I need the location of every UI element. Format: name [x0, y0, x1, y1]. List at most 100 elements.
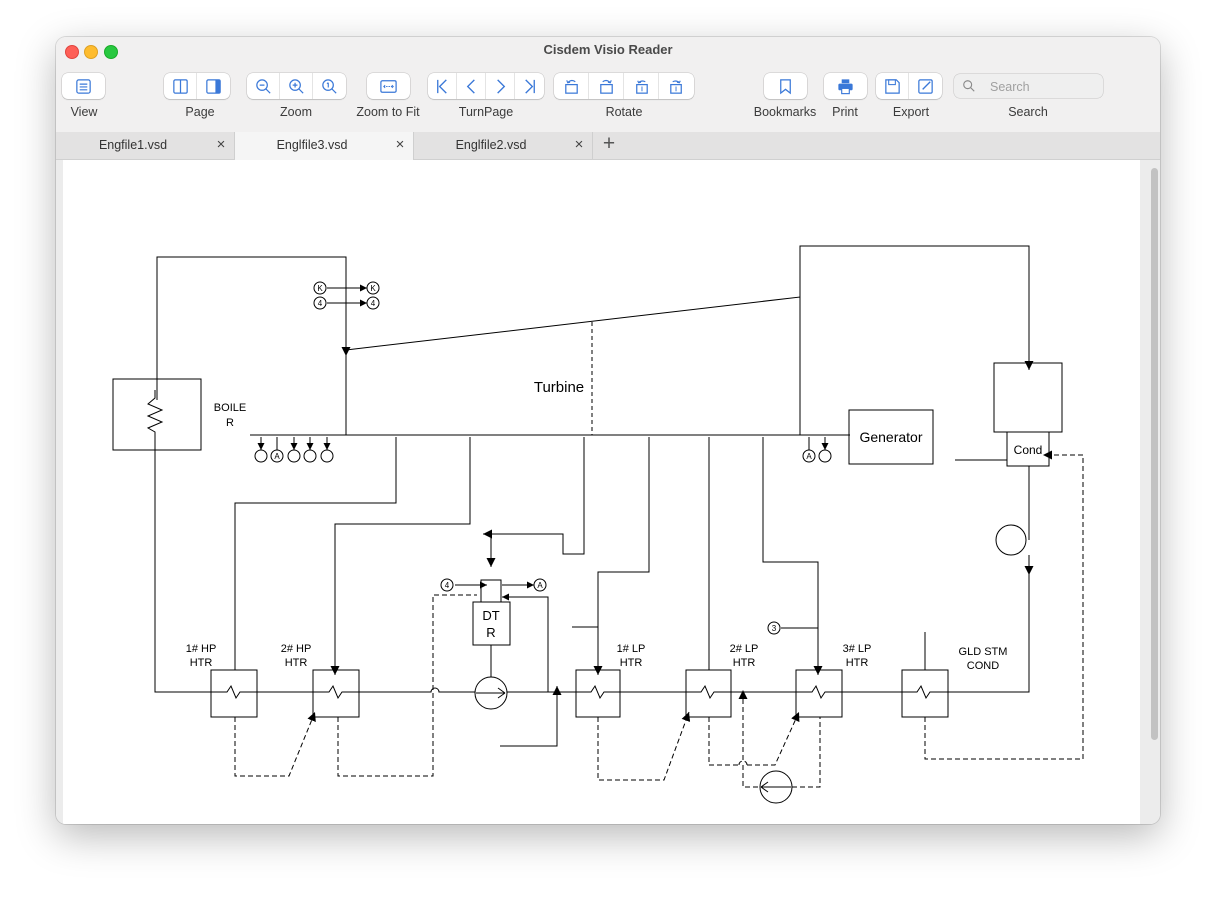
- first-page-button[interactable]: [428, 73, 457, 99]
- marker-circle: [818, 449, 832, 463]
- heater-1lp-label: 1# LP: [617, 643, 646, 655]
- rotate-right-button[interactable]: [589, 73, 624, 99]
- fit-width-icon: [380, 79, 397, 93]
- app-window: Cisdem Visio Reader View Page Zoom Zoom …: [56, 37, 1160, 824]
- document-canvas: K K 4 4 A A 4 A 3 Turbine BOILE R Genera…: [56, 160, 1160, 824]
- condensate-pump: [995, 524, 1027, 556]
- boiler-label-line1: BOILE: [214, 402, 246, 414]
- rotate-group: [554, 73, 694, 99]
- tab-englfile2[interactable]: Englfile2.vsd ×: [414, 132, 593, 159]
- condenser-shell: [993, 362, 1063, 433]
- actual-size-button[interactable]: [313, 73, 346, 99]
- bookmarks-label: Bookmarks: [753, 105, 817, 119]
- save-icon: [884, 78, 900, 94]
- heater-1hp-label: HTR: [190, 657, 213, 669]
- first-page-icon: [436, 78, 447, 94]
- single-page-icon: [172, 78, 188, 94]
- process-diagram: K K 4 4 A A 4 A 3 Turbine BOILE R Genera…: [112, 245, 1084, 804]
- marker-circle: [320, 449, 334, 463]
- zoom-out-button[interactable]: [247, 73, 280, 99]
- zoom-group: [247, 73, 346, 99]
- bookmark-icon: [780, 78, 791, 94]
- heater-2lp: [685, 669, 732, 718]
- gld-stm-cond-label: GLD STM: [959, 646, 1008, 658]
- turbine-label: Turbine: [534, 379, 584, 396]
- heater-3lp-label: HTR: [846, 657, 869, 669]
- next-page-button[interactable]: [486, 73, 515, 99]
- zoom-in-icon: [288, 78, 304, 94]
- heater-2hp-label: HTR: [285, 657, 308, 669]
- search-icon: [963, 80, 975, 92]
- rotate-page-left-button[interactable]: [624, 73, 659, 99]
- page-label: Page: [185, 105, 215, 119]
- export-button[interactable]: [909, 73, 942, 99]
- marker-text: A: [537, 581, 543, 590]
- deaerator-label-line1: DT: [482, 608, 499, 623]
- list-icon: [76, 78, 91, 94]
- rotate-label: Rotate: [605, 105, 643, 119]
- marker-text: 3: [772, 624, 777, 633]
- heater-gld: [901, 669, 949, 718]
- vertical-scrollbar[interactable]: [1151, 168, 1158, 740]
- view-label: View: [70, 105, 98, 119]
- heater-1lp: [575, 669, 621, 718]
- close-tab-icon[interactable]: ×: [572, 137, 586, 153]
- zoom-to-fit-group: [367, 73, 410, 99]
- heater-1lp-label: HTR: [620, 657, 643, 669]
- turnpage-label: TurnPage: [458, 105, 514, 119]
- heater-2lp-label: 2# LP: [730, 643, 759, 655]
- last-page-icon: [525, 78, 535, 94]
- sidebar-page-icon: [206, 78, 221, 94]
- rotate-right-icon: [599, 79, 613, 94]
- heater-2hp: [312, 669, 360, 718]
- add-tab-button[interactable]: +: [598, 133, 620, 157]
- marker-text: 4: [371, 299, 376, 308]
- print-label: Print: [832, 105, 858, 119]
- bookmarks-button[interactable]: [764, 73, 807, 99]
- rotate-left-button[interactable]: [554, 73, 589, 99]
- zoom-in-button[interactable]: [280, 73, 313, 99]
- heater-1hp: [210, 669, 258, 718]
- zoom-out-icon: [255, 78, 271, 94]
- print-group: [824, 73, 867, 99]
- zoom-to-fit-button[interactable]: [367, 73, 410, 99]
- close-tab-icon[interactable]: ×: [393, 137, 407, 153]
- search-input[interactable]: [988, 77, 1100, 97]
- heater-2hp-label: 2# HP: [281, 643, 312, 655]
- generator-label: Generator: [859, 429, 922, 445]
- heater-3lp: [795, 669, 843, 718]
- cond-label: Cond: [1014, 443, 1043, 457]
- title-bar: Cisdem Visio Reader View Page Zoom Zoom …: [56, 37, 1160, 133]
- heater-1hp-label: 1# HP: [186, 643, 217, 655]
- search-box: [954, 74, 1103, 98]
- previous-page-button[interactable]: [457, 73, 486, 99]
- deaerator-top: [480, 579, 502, 603]
- zoom-to-fit-label: Zoom to Fit: [356, 105, 420, 119]
- zoom-label: Zoom: [280, 105, 312, 119]
- last-page-button[interactable]: [515, 73, 544, 99]
- bookmarks-group: [764, 73, 807, 99]
- tab-englfile3[interactable]: Englfile3.vsd ×: [235, 132, 414, 160]
- rotate-page-left-icon: [635, 79, 648, 94]
- document-page: K K 4 4 A A 4 A 3 Turbine BOILE R Genera…: [63, 160, 1140, 824]
- gld-stm-cond-label: COND: [967, 660, 999, 672]
- print-button[interactable]: [824, 73, 867, 99]
- sidebar-page-button[interactable]: [197, 73, 230, 99]
- export-edit-icon: [918, 78, 933, 94]
- boiler-label-line2: R: [226, 417, 234, 429]
- deaerator-label-line2: R: [486, 625, 495, 640]
- marker-text: 4: [445, 581, 450, 590]
- page-group: [164, 73, 230, 99]
- view-button[interactable]: [62, 73, 105, 99]
- rotate-page-right-icon: [670, 79, 682, 94]
- view-group: [62, 73, 105, 99]
- marker-text: A: [274, 452, 280, 461]
- tab-engfile1[interactable]: Engfile1.vsd ×: [56, 132, 235, 159]
- rotate-left-icon: [564, 79, 578, 94]
- tab-label: Engfile1.vsd: [98, 138, 168, 152]
- marker-text: K: [370, 284, 376, 293]
- save-button[interactable]: [876, 73, 909, 99]
- rotate-page-right-button[interactable]: [659, 73, 694, 99]
- single-page-button[interactable]: [164, 73, 197, 99]
- close-tab-icon[interactable]: ×: [214, 137, 228, 153]
